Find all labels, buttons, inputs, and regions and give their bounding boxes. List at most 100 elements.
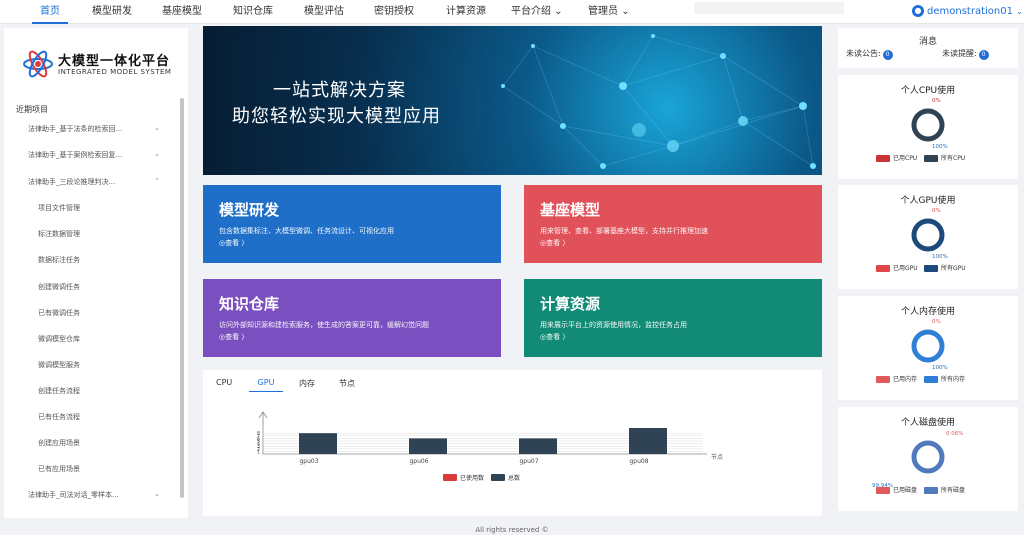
username: demonstration01 xyxy=(927,6,1013,17)
tab-memory[interactable]: 内存 xyxy=(299,378,315,389)
chevron-down-icon[interactable]: ⌄ xyxy=(154,490,160,498)
legend-total-label: 所有内存 xyxy=(941,376,966,383)
search-bar[interactable] xyxy=(694,2,844,14)
used-percent-label: 0% xyxy=(932,208,941,214)
footer: All rights reserved © xyxy=(475,526,549,534)
nav-base-model[interactable]: 基座模型 xyxy=(162,0,202,24)
card-view-link[interactable]: ◎查看 〉 xyxy=(219,332,248,342)
used-percent-label: 0.06% xyxy=(946,431,963,437)
bar-total xyxy=(409,438,447,454)
messages-title: 消息 xyxy=(918,37,937,47)
nav-compute[interactable]: 计算资源 xyxy=(446,0,486,24)
legend-total-label: 所有CPU xyxy=(941,155,966,162)
recent-projects-heading: 近期项目 xyxy=(16,105,48,114)
logo-title: 大模型一体化平台 xyxy=(58,54,171,69)
chevron-down-icon: ⌄ xyxy=(621,6,630,17)
banner-line-1: 一站式解决方案 xyxy=(273,80,406,101)
unread-remind-label: 未读提醒: xyxy=(942,49,977,58)
sidebar-item-finetune-tasks[interactable]: 已有微调任务 xyxy=(38,308,178,318)
cpu-donut-chart: 0% 100% xyxy=(911,98,948,150)
nav-knowledge[interactable]: 知识仓库 xyxy=(233,0,273,24)
tab-node[interactable]: 节点 xyxy=(339,378,355,389)
legend-swatch xyxy=(876,155,890,162)
gpu-donut-chart: 0% 100% xyxy=(911,208,948,260)
card-view-link[interactable]: ◎查看 〉 xyxy=(219,238,248,248)
user-avatar-icon: ● xyxy=(912,5,924,17)
sidebar-scrollbar[interactable] xyxy=(180,98,184,498)
card-knowledge[interactable]: 知识仓库 访问外部知识源和建检索服务，使生成的答案更可靠，缓解幻觉问题 ◎查看 … xyxy=(203,279,501,357)
nav-model-dev[interactable]: 模型研发 xyxy=(92,0,132,24)
donut-ring xyxy=(911,218,945,252)
banner-line-2: 助您轻松实现大模型应用 xyxy=(232,106,441,127)
legend-label: 总数 xyxy=(508,474,520,482)
user-menu[interactable]: ● demonstration01 ⌄ xyxy=(912,0,1023,24)
card-model-dev[interactable]: 模型研发 包含数据集标注、大模型微调、任务流设计、可视化应用 ◎查看 〉 xyxy=(203,185,501,263)
sidebar-project-4[interactable]: 法律助手_司法对话_零样本... xyxy=(28,490,168,500)
sidebar-item-label-tasks[interactable]: 数据标注任务 xyxy=(38,255,178,265)
legend-used: 已用CPU xyxy=(876,153,917,162)
card-description: 包含数据集标注、大模型微调、任务流设计、可视化应用 xyxy=(219,227,394,235)
total-percent-label: 100% xyxy=(932,365,948,371)
sidebar-item-scenes[interactable]: 已有应用场景 xyxy=(38,464,178,474)
legend-used: 已用内存 xyxy=(876,374,917,383)
nav-admin[interactable]: 管理员 ⌄ xyxy=(588,0,630,24)
donut-ring xyxy=(911,440,945,474)
total-percent-label: 100% xyxy=(932,144,948,150)
sidebar-item-flows[interactable]: 已有任务流程 xyxy=(38,412,178,422)
legend-total: 所有GPU xyxy=(924,263,966,272)
card-view-link[interactable]: ◎查看 〉 xyxy=(540,238,569,248)
legend-swatch xyxy=(924,487,938,494)
sidebar-item-project-files[interactable]: 项目文件管理 xyxy=(38,203,178,213)
sidebar-project-1[interactable]: 法律助手_基于法条的检索回... xyxy=(28,124,168,134)
top-navigation: 首页 模型研发 基座模型 知识仓库 模型评估 密钥授权 计算资源 平台介绍 ⌄ … xyxy=(0,0,1024,24)
card-base-model[interactable]: 基座模型 用来管理、查看、部署基座大模型，支持并行推理加速 ◎查看 〉 xyxy=(524,185,822,263)
logo-subtitle: INTEGRATED MODEL SYSTEM xyxy=(58,68,172,76)
gpu-bar-chart: 12345678节点gpu03 gpu06 gpu07 gpu08已使用数 总数 xyxy=(257,411,723,482)
card-description: 用来管理、查看、部署基座大模型，支持并行推理加速 xyxy=(540,227,708,235)
legend-used: 已用GPU xyxy=(876,263,918,272)
chevron-down-icon[interactable]: ⌄ xyxy=(154,124,160,132)
nav-home[interactable]: 首页 xyxy=(32,0,68,24)
memory-usage-card: 个人内存使用 0% 100% 已用内存 所有内存 xyxy=(838,296,1018,400)
tab-cpu[interactable]: CPU xyxy=(216,378,232,387)
sidebar-item-label-data[interactable]: 标注数据管理 xyxy=(38,229,178,239)
y-tick-label: 8 xyxy=(257,431,260,437)
disk-usage-card: 个人磁盘使用 0.06% 99.94% 已用磁盘 所有磁盘 xyxy=(838,407,1018,511)
tab-gpu[interactable]: GPU xyxy=(249,378,283,392)
nav-platform-intro[interactable]: 平台介绍 ⌄ xyxy=(511,0,563,24)
legend-swatch xyxy=(924,155,938,162)
legend-swatch xyxy=(924,265,938,272)
x-tick-label: gpu03 xyxy=(299,458,318,465)
chevron-down-icon[interactable]: ⌄ xyxy=(154,150,160,158)
sidebar-project-2[interactable]: 法律助手_基于案例检索回复... xyxy=(28,150,168,160)
sidebar: 大模型一体化平台 INTEGRATED MODEL SYSTEM 近期项目 法律… xyxy=(4,28,188,518)
nav-keys[interactable]: 密钥授权 xyxy=(374,0,414,24)
sidebar-item-finetune-repo[interactable]: 微调模型仓库 xyxy=(38,334,178,344)
card-title: 计算资源 xyxy=(540,295,601,313)
chevron-down-icon: ⌄ xyxy=(1016,7,1023,16)
memory-donut-chart: 0% 100% xyxy=(911,319,948,371)
card-description: 用来展示平台上的资源使用情况，监控任务占用 xyxy=(540,321,687,329)
card-view-link[interactable]: ◎查看 〉 xyxy=(540,332,569,342)
bar-total xyxy=(629,428,667,454)
x-tick-label: gpu08 xyxy=(629,458,648,465)
donut-ring xyxy=(911,108,945,142)
sidebar-item-create-finetune[interactable]: 创建微调任务 xyxy=(38,282,178,292)
unread-remind[interactable]: 未读提醒: 0 xyxy=(942,48,989,60)
messages-box: 消息 未读公告: 0 未读提醒: 0 xyxy=(838,28,1018,68)
sidebar-item-create-flow[interactable]: 创建任务流程 xyxy=(38,386,178,396)
sidebar-project-3[interactable]: 法律助手_三段论推理判决... xyxy=(28,177,168,187)
legend-swatch xyxy=(876,376,890,383)
used-percent-label: 0% xyxy=(932,98,941,104)
right-panel: 消息 未读公告: 0 未读提醒: 0 个人CPU使用 0% 100% 已用CPU 所有… xyxy=(838,28,1018,518)
chevron-up-icon[interactable]: ⌃ xyxy=(154,177,160,185)
used-percent-label: 0% xyxy=(932,319,941,325)
nav-evaluation[interactable]: 模型评估 xyxy=(304,0,344,24)
unread-notice[interactable]: 未读公告: 0 xyxy=(846,48,893,60)
sidebar-item-create-scene[interactable]: 创建应用场景 xyxy=(38,438,178,448)
sidebar-item-finetune-service[interactable]: 微调模型服务 xyxy=(38,360,178,370)
legend-total-label: 所有磁盘 xyxy=(941,487,966,494)
card-compute[interactable]: 计算资源 用来展示平台上的资源使用情况，监控任务占用 ◎查看 〉 xyxy=(524,279,822,357)
donut-ring xyxy=(911,329,945,363)
legend-total: 所有CPU xyxy=(924,153,965,162)
